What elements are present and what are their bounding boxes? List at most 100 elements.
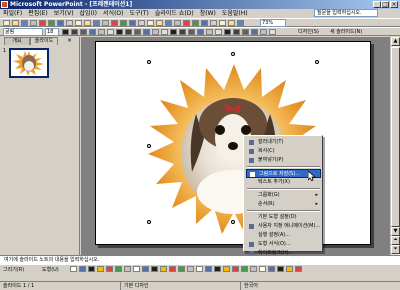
toolbar-icon[interactable]: [115, 266, 122, 272]
context-menu-item[interactable]: 기본 도형 설정(D): [246, 213, 321, 222]
tab-outline[interactable]: 개요: [4, 37, 30, 45]
toolbar-icon[interactable]: [39, 20, 46, 26]
toolbar-icon[interactable]: [169, 266, 176, 272]
panel-close-button[interactable]: ×: [66, 38, 73, 44]
menu-edit[interactable]: 편집(E): [25, 9, 51, 18]
toolbar-icon[interactable]: [66, 20, 73, 26]
toolbar-icon[interactable]: [260, 29, 267, 35]
toolbar-icon[interactable]: [80, 29, 87, 35]
toolbar-icon[interactable]: [142, 266, 149, 272]
draw-menu-button[interactable]: 그리기(R): [3, 265, 24, 275]
toolbar-icon[interactable]: [97, 266, 104, 272]
toolbar-icon[interactable]: [210, 20, 217, 26]
toolbar-icon[interactable]: [224, 29, 231, 35]
context-menu-item[interactable]: 도형 서식(O)...: [246, 240, 321, 249]
toolbar-icon[interactable]: [205, 266, 212, 272]
toolbar-icon[interactable]: [215, 29, 222, 35]
toolbar-icon[interactable]: [12, 20, 19, 26]
vertical-scrollbar[interactable]: ▲ ▼ ⏶ ⏷: [390, 37, 400, 255]
toolbar-icon[interactable]: [71, 29, 78, 35]
toolbar-icon[interactable]: [170, 29, 177, 35]
toolbar-icon[interactable]: [196, 266, 203, 272]
toolbar-icon[interactable]: [179, 29, 186, 35]
powerpoint-app-icon[interactable]: [1, 1, 8, 8]
toolbar-icon[interactable]: [30, 20, 37, 26]
toolbar-icon[interactable]: [111, 20, 118, 26]
toolbar-icon[interactable]: [125, 29, 132, 35]
toolbar-icon[interactable]: [286, 266, 293, 272]
toolbar-icon[interactable]: [251, 29, 258, 35]
scroll-down-icon[interactable]: ▼: [391, 227, 400, 236]
toolbar-icon[interactable]: [160, 266, 167, 272]
toolbar-icon[interactable]: [277, 266, 284, 272]
toolbar-icon[interactable]: [3, 20, 10, 26]
menu-format[interactable]: 서식(O): [100, 9, 126, 18]
toolbar-icon[interactable]: [259, 266, 266, 272]
toolbar-icon[interactable]: [237, 20, 244, 26]
toolbar-icon[interactable]: [174, 20, 181, 26]
font-select[interactable]: 굴림: [3, 28, 43, 36]
resize-handle[interactable]: [147, 60, 151, 64]
resize-handle[interactable]: [315, 60, 319, 64]
scroll-thumb[interactable]: [391, 47, 400, 227]
zoom-select[interactable]: 73%: [260, 19, 286, 27]
toolbar-icon[interactable]: [250, 266, 257, 272]
menu-insert[interactable]: 삽입(I): [77, 9, 101, 18]
toolbar-icon[interactable]: [197, 29, 204, 35]
toolbar-icon[interactable]: [138, 20, 145, 26]
toolbar-icon[interactable]: [161, 29, 168, 35]
toolbar-icon[interactable]: [89, 29, 96, 35]
context-menu-item[interactable]: 그룹화(G) ▸: [246, 191, 321, 200]
close-button[interactable]: ×: [390, 1, 398, 8]
toolbar-icon[interactable]: [233, 29, 240, 35]
toolbar-icon[interactable]: [48, 20, 55, 26]
toolbar-icon[interactable]: [165, 20, 172, 26]
menu-help[interactable]: 도움말(H): [219, 9, 251, 18]
toolbar-icon[interactable]: [223, 266, 230, 272]
menu-tools[interactable]: 도구(T): [126, 9, 151, 18]
toolbar-icon[interactable]: [57, 20, 64, 26]
toolbar-icon[interactable]: [84, 20, 91, 26]
toolbar-icon[interactable]: [268, 266, 275, 272]
next-slide-icon[interactable]: ⏷: [391, 245, 400, 254]
toolbar-icon[interactable]: [88, 266, 95, 272]
design-button[interactable]: 디자인(S): [298, 28, 319, 36]
context-menu-item[interactable]: 사용자 지정 애니메이션(M)...: [246, 222, 321, 231]
menu-view[interactable]: 보기(V): [51, 9, 77, 18]
toolbar-icon[interactable]: [98, 29, 105, 35]
previous-slide-icon[interactable]: ⏶: [391, 236, 400, 245]
font-size-select[interactable]: 18: [45, 28, 59, 36]
minimize-button[interactable]: _: [373, 1, 381, 8]
menu-window[interactable]: 창(W): [197, 9, 219, 18]
toolbar-icon[interactable]: [102, 20, 109, 26]
toolbar-icon[interactable]: [134, 29, 141, 35]
context-menu-item[interactable]: 순서(R) ▸: [246, 200, 321, 209]
context-menu-item[interactable]: 잘라내기(T): [246, 138, 321, 147]
toolbar-icon[interactable]: [228, 20, 235, 26]
toolbar-icon[interactable]: [75, 20, 82, 26]
context-menu-item[interactable]: 붙여넣기(P): [246, 156, 321, 165]
toolbar-icon[interactable]: [21, 20, 28, 26]
slide-canvas[interactable]: [95, 41, 371, 245]
menu-slideshow[interactable]: 슬라이드 쇼(D): [152, 9, 197, 18]
context-menu-item[interactable]: 복사(C): [246, 147, 321, 156]
toolbar-icon[interactable]: [232, 266, 239, 272]
toolbar-icon[interactable]: [70, 266, 77, 272]
toolbar-icon[interactable]: [151, 266, 158, 272]
toolbar-icon[interactable]: [116, 29, 123, 35]
toolbar-icon[interactable]: [214, 266, 221, 272]
toolbar-icon[interactable]: [147, 20, 154, 26]
toolbar-icon[interactable]: [178, 266, 185, 272]
maximize-button[interactable]: □: [381, 1, 389, 8]
toolbar-icon[interactable]: [107, 29, 114, 35]
toolbar-icon[interactable]: [188, 29, 195, 35]
help-search-input[interactable]: 질문을 입력하십시오.: [314, 9, 378, 17]
toolbar-icon[interactable]: [219, 20, 226, 26]
toolbar-icon[interactable]: [129, 20, 136, 26]
tab-slides[interactable]: 슬라이드: [30, 37, 58, 45]
resize-handle[interactable]: [231, 220, 235, 224]
toolbar-icon[interactable]: [93, 20, 100, 26]
toolbar-icon[interactable]: [241, 266, 248, 272]
toolbar-icon[interactable]: [192, 20, 199, 26]
toolbar-icon[interactable]: [143, 29, 150, 35]
